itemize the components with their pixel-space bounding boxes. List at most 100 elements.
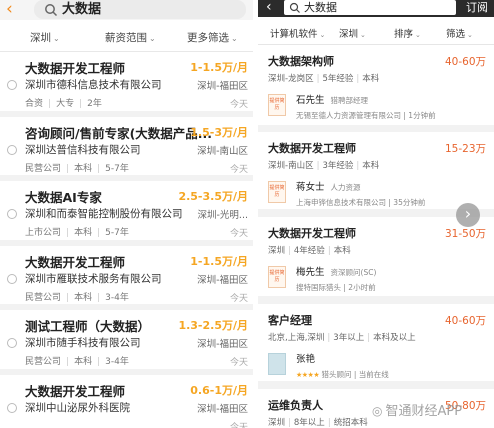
job-card[interactable]: 大数据开发工程师 15-23万 深圳-南山区 | 3年经验 | 本科 提供简历 蒋女士人…: [258, 132, 494, 209]
filter-bar: 深圳 ⌄ 薪资范围 ⌄ 更多筛选 ⌄: [0, 20, 253, 52]
recruiter-firm: 搜特国际猎头 | 2小时前: [296, 283, 376, 292]
job-card[interactable]: 大数据开发工程师 31-50万 深圳 | 4年经验 | 本科 提供简历 梅先生 资深顾问(…: [258, 217, 494, 296]
job-title: 大数据开发工程师: [25, 383, 126, 399]
company-logo: 提供简历: [268, 266, 286, 288]
job-salary: 1.3-2.5万/月: [178, 319, 248, 332]
post-time: 今天: [229, 422, 248, 428]
job-card[interactable]: 大数据AI专家 2.5-3.5万/月 深圳和而泰智能控制股份有限公司 深圳-光明…: [0, 181, 253, 246]
job-title: 测试工程师（大数据）: [25, 319, 151, 334]
job-location: 深圳-福田区: [197, 403, 248, 415]
job-card[interactable]: 大数据架构师 40-60万 深圳-龙岗区 | 5年经验 | 本科 提供简历 石先生 猎聘部…: [258, 45, 494, 125]
job-meta: 北京,上海,深圳 | 3年以上 | 本科及以上: [268, 333, 416, 343]
job-location: 深圳-光明...: [197, 210, 249, 221]
chevron-down-icon: ⌄: [53, 34, 60, 43]
job-meta: 合资 | 大专 | 2年: [25, 99, 102, 109]
search-icon: [45, 4, 58, 17]
company-name: 深圳市雁联技术服务有限公司: [25, 272, 162, 285]
avatar: [268, 353, 286, 375]
job-meta: 民营公司 | 本科 | 5-7年: [25, 163, 129, 174]
filter-city[interactable]: 深圳 ⌄: [30, 30, 60, 45]
job-meta: 民营公司 | 本科 | 3-4年: [25, 292, 129, 303]
recruiter-role: 猎聘部经理: [330, 96, 369, 105]
recruiter-name: 梅先生: [296, 267, 325, 278]
job-meta: 深圳-南山区 | 3年经验 | 本科: [268, 161, 380, 171]
chevron-down-icon: ⌄: [415, 31, 421, 39]
select-radio[interactable]: [7, 80, 17, 90]
job-location: 深圳-福田区: [197, 81, 248, 92]
select-radio[interactable]: [7, 338, 17, 348]
select-radio[interactable]: [7, 144, 17, 155]
job-meta: 上市公司 | 本科 | 5-7年: [25, 228, 129, 238]
post-time: 今天: [229, 164, 248, 175]
right-app-screen: ‹ 大数据 订阅 计算机软件 ⌄ 深圳 ⌄ 排序 ⌄ 筛选 ⌄ 大数据架构师 40-60…: [258, 0, 494, 428]
company-logo: 提供简历: [268, 94, 286, 116]
watermark: ◎ 智通财经APP: [372, 404, 463, 419]
recruiter-row[interactable]: 提供简历 石先生 猎聘部经理 无锡至德人力资源管理有限公司 | 1分钟前: [268, 91, 488, 131]
post-time: 今天: [229, 100, 248, 110]
job-card[interactable]: 大数据开发工程师 1-1.5万/月 深圳市雁联技术服务有限公司 深圳-福田区 民…: [0, 246, 253, 310]
recruiter-role: 资深顾问(SC): [330, 268, 377, 277]
job-salary: 15-23万: [444, 143, 486, 155]
recruiter-role: 人力资源: [330, 183, 361, 192]
company-name: 深圳中山泌尿外科医院: [25, 401, 130, 414]
job-salary: 40-60万: [444, 56, 486, 68]
recruiter-name: 张艳: [296, 354, 316, 365]
filter-salary[interactable]: 薪资范围 ⌄: [105, 30, 156, 45]
back-arrow-icon[interactable]: ‹: [6, 0, 20, 20]
job-salary: 0.6-1万/月: [190, 383, 248, 397]
subscribe-button[interactable]: 订阅: [466, 0, 488, 16]
select-radio[interactable]: [7, 402, 17, 413]
search-input[interactable]: 大数据: [34, 0, 246, 19]
left-app-screen: ‹ 大数据 深圳 ⌄ 薪资范围 ⌄ 更多筛选 ⌄ 大数据开发工程师 1-1.5万/月 …: [0, 0, 253, 428]
job-card[interactable]: 大数据开发工程师 0.6-1万/月 深圳中山泌尿外科医院 深圳-福田区 今天: [0, 375, 253, 428]
filter-screen[interactable]: 筛选 ⌄: [446, 26, 473, 40]
job-meta: 民营公司 | 本科 | 3-4年: [25, 357, 129, 367]
job-salary: 1.5-3万/月: [190, 125, 248, 139]
search-icon: [289, 2, 300, 13]
post-time: 今天: [229, 358, 248, 368]
chevron-down-icon: ⌄: [360, 31, 366, 39]
company-name: 深圳和而泰智能控制股份有限公司: [25, 208, 183, 220]
chevron-down-icon: ⌄: [319, 31, 326, 39]
filter-bar: 计算机软件 ⌄ 深圳 ⌄ 排序 ⌄ 筛选 ⌄: [258, 17, 494, 45]
company-name: 深圳市随手科技有限公司: [25, 337, 141, 349]
job-card[interactable]: 咨询顾问/售前专家(大数据产品... 1.5-3万/月 深圳达普信科技有限公司 …: [0, 117, 253, 181]
filter-city[interactable]: 深圳 ⌄: [339, 26, 366, 40]
search-input[interactable]: 大数据: [284, 0, 456, 15]
search-query: 大数据: [62, 2, 102, 17]
filter-more[interactable]: 更多筛选 ⌄: [187, 30, 238, 45]
back-arrow-icon[interactable]: ‹: [266, 0, 272, 16]
job-salary: 1-1.5万/月: [190, 254, 248, 268]
job-card[interactable]: 客户经理 40-60万 北京,上海,深圳 | 3年以上 | 本科及以上 张艳 ★★★★ …: [258, 304, 494, 381]
recruiter-firm: 上海申铧信息技术有限公司 | 35分钟前: [296, 198, 426, 207]
job-location: 深圳-福田区: [197, 339, 248, 350]
recruiter-firm: ★★★★ 猎头顾问 | 当前在线: [296, 370, 389, 379]
chevron-down-icon: ⌄: [149, 34, 156, 43]
job-title: 大数据开发工程师: [268, 142, 356, 155]
job-title: 大数据开发工程师: [268, 227, 356, 240]
job-title: 大数据开发工程师: [25, 254, 126, 270]
recruiter-firm: 无锡至德人力资源管理有限公司 | 1分钟前: [296, 111, 436, 120]
job-location: 深圳-南山区: [197, 145, 248, 157]
job-card[interactable]: 大数据开发工程师 1-1.5万/月 深圳市德科信息技术有限公司 深圳-福田区 合…: [0, 52, 253, 117]
recruiter-row[interactable]: 张艳 ★★★★ 猎头顾问 | 当前在线: [268, 350, 488, 390]
recruiter-row[interactable]: 提供简历 蒋女士 人力资源 上海申铧信息技术有限公司 | 35分钟前: [268, 178, 488, 218]
search-bar: ‹ 大数据: [0, 0, 253, 20]
job-meta: 深圳 | 8年以上 | 统招本科: [268, 418, 368, 428]
filter-sort[interactable]: 排序 ⌄: [394, 26, 421, 40]
next-arrow-icon[interactable]: ›: [456, 203, 480, 227]
job-list: 大数据开发工程师 1-1.5万/月 深圳市德科信息技术有限公司 深圳-福田区 合…: [0, 52, 253, 428]
post-time: 今天: [229, 293, 248, 304]
select-radio[interactable]: [7, 209, 17, 219]
job-meta: 深圳-龙岗区 | 5年经验 | 本科: [268, 74, 380, 84]
job-title: 运维负责人: [268, 399, 323, 412]
search-query: 大数据: [304, 1, 337, 14]
chevron-down-icon: ⌄: [467, 31, 473, 39]
job-card[interactable]: 测试工程师（大数据） 1.3-2.5万/月 深圳市随手科技有限公司 深圳-福田区…: [0, 310, 253, 375]
filter-industry[interactable]: 计算机软件 ⌄: [270, 26, 325, 40]
job-title: 大数据AI专家: [25, 190, 102, 205]
recruiter-row[interactable]: 提供简历 梅先生 资深顾问(SC) 搜特国际猎头 | 2小时前: [268, 263, 488, 303]
job-meta: 深圳 | 4年经验 | 本科: [268, 246, 351, 256]
select-radio[interactable]: [7, 273, 17, 284]
job-location: 深圳-福田区: [197, 274, 248, 286]
